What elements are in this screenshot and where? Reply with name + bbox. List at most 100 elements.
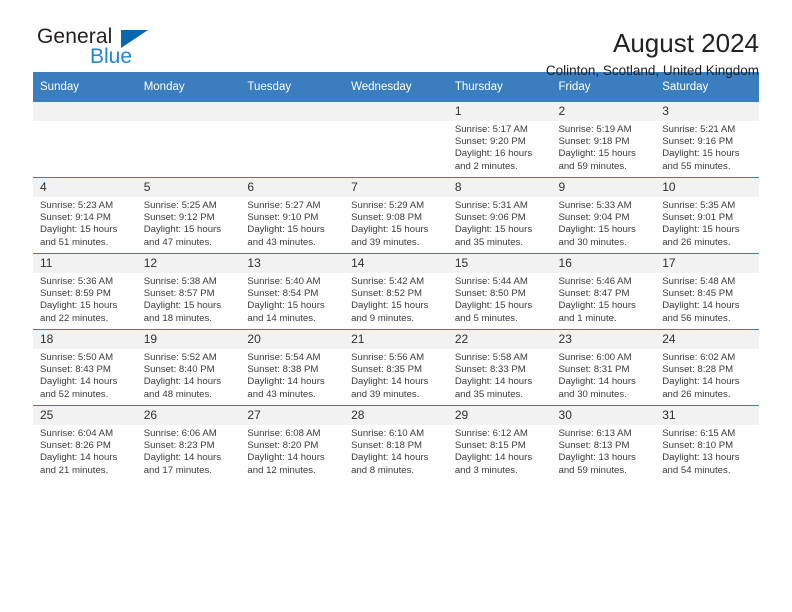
sunset-time: Sunset: 8:28 PM — [662, 364, 734, 376]
day-number: 6 — [240, 178, 345, 197]
day-number — [33, 102, 137, 121]
calendar-week-row: 1 Sunrise: 5:17 AM Sunset: 9:20 PM Daylight… — [33, 102, 759, 178]
daylight-duration-line1: Daylight: 15 hours — [558, 224, 636, 236]
calendar-day-cell[interactable]: 1 Sunrise: 5:17 AM Sunset: 9:20 PM Daylight… — [447, 102, 552, 178]
day-number: 17 — [655, 254, 759, 273]
calendar-day-cell[interactable]: 22 Sunrise: 5:58 AM Sunset: 8:33 PM Dayligh… — [447, 329, 552, 406]
daylight-duration-line1: Daylight: 15 hours — [454, 300, 533, 312]
daylight-duration-line2: and 21 minutes. — [40, 464, 109, 476]
day-number — [136, 102, 241, 121]
day-details: Sunrise: 6:02 AM Sunset: 8:28 PM Daylight:… — [655, 349, 759, 401]
calendar-day-cell[interactable]: 26 Sunrise: 6:06 AM Sunset: 8:23 PM Dayligh… — [136, 405, 241, 481]
calendar-day-cell[interactable]: 2 Sunrise: 5:19 AM Sunset: 9:18 PM Daylight… — [551, 102, 656, 178]
calendar-day-cell[interactable]: 25 Sunrise: 6:04 AM Sunset: 8:26 PM Dayligh… — [33, 405, 137, 481]
daylight-duration-line2: and 56 minutes. — [662, 312, 731, 324]
calendar-day-cell[interactable]: 13 Sunrise: 5:40 AM Sunset: 8:54 PM Dayligh… — [240, 253, 345, 330]
daylight-duration-line1: Daylight: 14 hours — [454, 376, 533, 388]
day-details: Sunrise: 5:38 AM Sunset: 8:57 PM Daylight:… — [137, 273, 241, 325]
calendar-day-cell-empty — [136, 102, 241, 178]
day-number: 18 — [33, 330, 137, 349]
day-number: 20 — [240, 330, 345, 349]
daylight-duration-line1: Daylight: 14 hours — [247, 452, 325, 464]
daylight-duration-line2: and 17 minutes. — [143, 464, 212, 476]
calendar-day-cell[interactable]: 3 Sunrise: 5:21 AM Sunset: 9:16 PM Daylight… — [655, 102, 759, 178]
calendar-day-cell[interactable]: 15 Sunrise: 5:44 AM Sunset: 8:50 PM Dayligh… — [447, 253, 552, 330]
sunset-time: Sunset: 8:10 PM — [662, 440, 734, 452]
sunrise-time: Sunrise: 5:52 AM — [143, 352, 217, 363]
calendar-day-cell[interactable]: 4 Sunrise: 5:23 AM Sunset: 9:14 PM Daylight… — [33, 177, 137, 254]
sunrise-time: Sunrise: 6:10 AM — [351, 428, 425, 439]
sunset-time: Sunset: 9:01 PM — [662, 212, 734, 224]
calendar-table: Sunday Monday Tuesday Wednesday Thursday… — [33, 72, 759, 481]
calendar-day-cell-empty — [344, 102, 448, 178]
calendar-day-cell[interactable]: 16 Sunrise: 5:46 AM Sunset: 8:47 PM Dayligh… — [551, 253, 656, 330]
calendar-day-cell[interactable]: 18 Sunrise: 5:50 AM Sunset: 8:43 PM Dayligh… — [33, 329, 137, 406]
daylight-duration-line2: and 52 minutes. — [40, 388, 109, 400]
calendar-day-cell[interactable]: 30 Sunrise: 6:13 AM Sunset: 8:13 PM Dayligh… — [551, 405, 656, 481]
daylight-duration-line2: and 30 minutes. — [558, 388, 627, 400]
sunset-time: Sunset: 8:50 PM — [454, 288, 526, 300]
day-details: Sunrise: 5:36 AM Sunset: 8:59 PM Daylight:… — [33, 273, 137, 325]
daylight-duration-line1: Daylight: 14 hours — [662, 300, 740, 312]
sunrise-time: Sunrise: 5:50 AM — [40, 352, 114, 363]
calendar-day-cell[interactable]: 7 Sunrise: 5:29 AM Sunset: 9:08 PM Daylight… — [344, 177, 448, 254]
sunset-time: Sunset: 8:13 PM — [558, 440, 630, 452]
daylight-duration-line2: and 51 minutes. — [40, 236, 109, 248]
sunset-time: Sunset: 8:31 PM — [558, 364, 630, 376]
daylight-duration-line2: and 22 minutes. — [40, 312, 109, 324]
column-header-thursday: Thursday — [447, 72, 552, 102]
calendar-day-cell[interactable]: 23 Sunrise: 6:00 AM Sunset: 8:31 PM Dayligh… — [551, 329, 656, 406]
day-number: 11 — [33, 254, 137, 273]
brand-logo[interactable]: General Blue — [33, 26, 183, 74]
calendar-body: 1 Sunrise: 5:17 AM Sunset: 9:20 PM Daylight… — [33, 102, 759, 481]
daylight-duration-line2: and 12 minutes. — [247, 464, 316, 476]
daylight-duration-line1: Daylight: 14 hours — [143, 452, 222, 464]
calendar-day-cell[interactable]: 28 Sunrise: 6:10 AM Sunset: 8:18 PM Dayligh… — [344, 405, 448, 481]
daylight-duration-line1: Daylight: 14 hours — [247, 376, 325, 388]
calendar-day-cell-empty — [33, 102, 137, 178]
calendar-day-cell[interactable]: 12 Sunrise: 5:38 AM Sunset: 8:57 PM Dayligh… — [136, 253, 241, 330]
page-subtitle: Colinton, Scotland, United Kingdom — [545, 63, 759, 78]
calendar-page: General Blue August 2024 Colinton, Scotl… — [0, 0, 792, 612]
calendar-day-cell[interactable]: 11 Sunrise: 5:36 AM Sunset: 8:59 PM Dayligh… — [33, 253, 137, 330]
day-number: 3 — [655, 102, 759, 121]
sunset-time: Sunset: 9:06 PM — [454, 212, 526, 224]
sunrise-time: Sunrise: 5:29 AM — [351, 200, 425, 211]
day-details: Sunrise: 5:23 AM Sunset: 9:14 PM Daylight:… — [33, 197, 137, 249]
calendar-day-cell[interactable]: 19 Sunrise: 5:52 AM Sunset: 8:40 PM Dayligh… — [136, 329, 241, 406]
daylight-duration-line2: and 3 minutes. — [454, 464, 518, 476]
calendar-day-cell[interactable]: 21 Sunrise: 5:56 AM Sunset: 8:35 PM Dayligh… — [344, 329, 448, 406]
calendar-day-cell[interactable]: 27 Sunrise: 6:08 AM Sunset: 8:20 PM Dayligh… — [240, 405, 345, 481]
calendar-day-cell[interactable]: 20 Sunrise: 5:54 AM Sunset: 8:38 PM Dayligh… — [240, 329, 345, 406]
day-number: 2 — [551, 102, 656, 121]
daylight-duration-line1: Daylight: 13 hours — [662, 452, 740, 464]
daylight-duration-line1: Daylight: 15 hours — [558, 148, 636, 160]
calendar-day-cell[interactable]: 5 Sunrise: 5:25 AM Sunset: 9:12 PM Daylight… — [136, 177, 241, 254]
daylight-duration-line1: Daylight: 14 hours — [454, 452, 533, 464]
daylight-duration-line1: Daylight: 15 hours — [143, 224, 222, 236]
sunrise-time: Sunrise: 5:38 AM — [143, 276, 217, 287]
calendar-day-cell[interactable]: 14 Sunrise: 5:42 AM Sunset: 8:52 PM Dayligh… — [344, 253, 448, 330]
calendar-day-cell[interactable]: 31 Sunrise: 6:15 AM Sunset: 8:10 PM Dayligh… — [655, 405, 759, 481]
calendar-day-cell[interactable]: 10 Sunrise: 5:35 AM Sunset: 9:01 PM Dayligh… — [655, 177, 759, 254]
day-number: 27 — [240, 406, 345, 425]
day-details: Sunrise: 6:12 AM Sunset: 8:15 PM Daylight:… — [448, 425, 552, 477]
sunset-time: Sunset: 9:12 PM — [143, 212, 215, 224]
calendar-day-cell[interactable]: 6 Sunrise: 5:27 AM Sunset: 9:10 PM Daylight… — [240, 177, 345, 254]
day-number: 19 — [136, 330, 241, 349]
calendar-day-cell[interactable]: 8 Sunrise: 5:31 AM Sunset: 9:06 PM Daylight… — [447, 177, 552, 254]
sunrise-time: Sunrise: 5:35 AM — [662, 200, 736, 211]
calendar-day-cell[interactable]: 9 Sunrise: 5:33 AM Sunset: 9:04 PM Daylight… — [551, 177, 656, 254]
calendar-day-cell[interactable]: 17 Sunrise: 5:48 AM Sunset: 8:45 PM Dayligh… — [655, 253, 759, 330]
daylight-duration-line1: Daylight: 14 hours — [558, 376, 636, 388]
day-details: Sunrise: 5:21 AM Sunset: 9:16 PM Daylight:… — [655, 121, 759, 173]
daylight-duration-line1: Daylight: 15 hours — [40, 224, 118, 236]
daylight-duration-line2: and 18 minutes. — [143, 312, 212, 324]
sunset-time: Sunset: 9:16 PM — [662, 136, 734, 148]
calendar-day-cell[interactable]: 29 Sunrise: 6:12 AM Sunset: 8:15 PM Dayligh… — [447, 405, 552, 481]
calendar-day-cell[interactable]: 24 Sunrise: 6:02 AM Sunset: 8:28 PM Dayligh… — [655, 329, 759, 406]
day-details: Sunrise: 5:58 AM Sunset: 8:33 PM Daylight:… — [448, 349, 552, 401]
daylight-duration-line1: Daylight: 13 hours — [558, 452, 636, 464]
daylight-duration-line2: and 43 minutes. — [247, 388, 316, 400]
daylight-duration-line1: Daylight: 14 hours — [351, 376, 429, 388]
